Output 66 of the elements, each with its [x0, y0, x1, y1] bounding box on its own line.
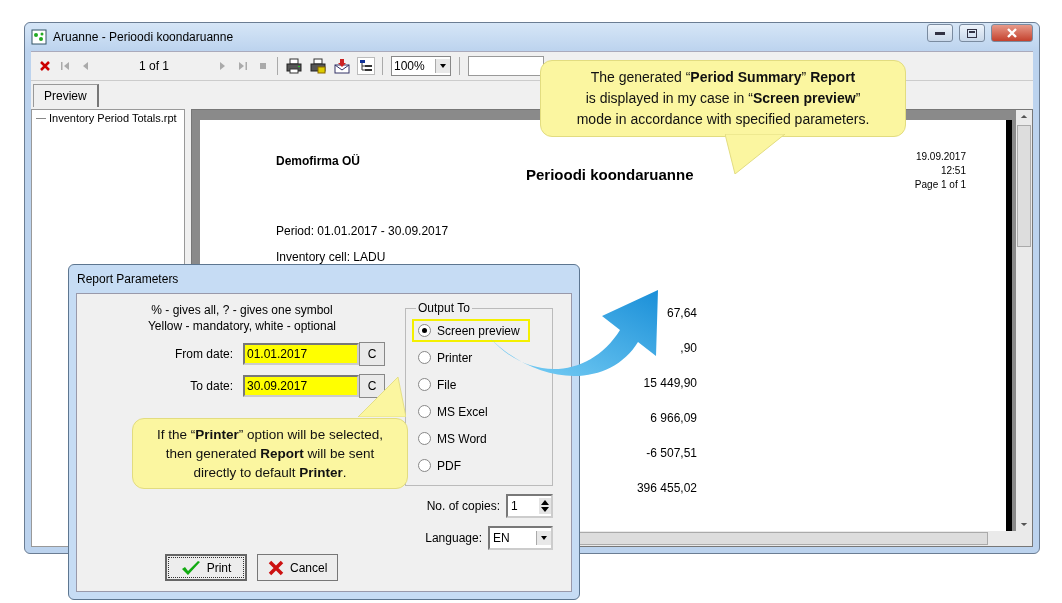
tree-toggle-icon[interactable]: [358, 58, 374, 74]
vertical-scrollbar[interactable]: [1016, 110, 1032, 531]
radio-button[interactable]: [418, 405, 431, 418]
close-icon: [1006, 28, 1018, 38]
callout-text: The generated “Period Summary” Report is displayed in my case in “Screen preview” mode in accordance with specified parameters.: [576, 68, 870, 129]
radio-button[interactable]: [418, 459, 431, 472]
window-title: Aruanne - Perioodi koondaruanne: [53, 30, 234, 44]
mail-export-icon[interactable]: [334, 58, 350, 74]
language-label: Language:: [425, 531, 482, 545]
field-label: To date:: [189, 379, 234, 393]
report-value: 67,64: [666, 306, 697, 320]
cancel-button[interactable]: Cancel: [257, 554, 339, 581]
minimize-button[interactable]: [927, 24, 953, 42]
hint-text: % - gives all, ? - gives one symbol: [151, 302, 333, 318]
page-number: Page 1 of 1: [914, 178, 966, 192]
language-dropdown[interactable]: EN: [488, 526, 553, 550]
report-value: ,90: [680, 341, 697, 355]
search-field[interactable]: [468, 56, 544, 76]
copies-spinner[interactable]: 1: [506, 494, 553, 518]
report-line: Period: 01.01.2017 - 30.09.2017: [276, 224, 450, 238]
report-value: 15 449,90: [643, 376, 697, 390]
radio-button[interactable]: [418, 351, 431, 364]
report-value: 396 455,02: [636, 481, 697, 495]
checkmark-icon: [180, 559, 201, 576]
minimize-icon: [935, 31, 945, 35]
date-field[interactable]: 30.09.2017: [243, 375, 359, 397]
option-label[interactable]: MS Excel: [437, 404, 488, 419]
callout-text: If the “Printer” option will be selected, then generated Report will be sent directly to default Printer.: [157, 426, 383, 482]
dialog-title: Report Parameters: [76, 271, 180, 288]
field-label: From date:: [173, 347, 234, 361]
date-field[interactable]: 01.01.2017: [243, 343, 359, 365]
option-label[interactable]: MS Word: [437, 431, 487, 446]
printer-setup-icon[interactable]: [310, 58, 326, 74]
scroll-down-icon[interactable]: [1020, 522, 1028, 527]
printer-icon[interactable]: [286, 58, 302, 74]
radio-button[interactable]: [418, 324, 431, 337]
calendar-button[interactable]: C: [359, 342, 385, 366]
scroll-up-icon[interactable]: [1020, 114, 1028, 119]
close-button[interactable]: [991, 24, 1033, 42]
page-counter: 1 of 1: [138, 59, 170, 73]
option-label[interactable]: PDF: [437, 458, 461, 473]
company-name: Demofirma OÜ: [276, 154, 362, 168]
app-icon: [31, 29, 47, 45]
report-value: -6 507,51: [646, 446, 697, 460]
maximize-button[interactable]: [959, 24, 985, 42]
zoom-dropdown[interactable]: 100%: [391, 56, 451, 76]
calendar-button[interactable]: C: [359, 374, 385, 398]
option-label[interactable]: Printer: [437, 350, 473, 365]
hint-text: Yellow - mandatory, white - optional: [147, 318, 337, 334]
radio-button[interactable]: [418, 432, 431, 445]
report-line: Inventory cell: LADU: [276, 250, 387, 264]
option-label[interactable]: File: [437, 377, 457, 392]
spin-arrows-icon[interactable]: [539, 498, 551, 514]
report-time: 12:51: [940, 164, 966, 178]
tree-item[interactable]: Inventory Period Totals.rpt: [49, 112, 177, 124]
maximize-icon: [967, 28, 977, 38]
report-title: Perioodi koondaruanne: [526, 166, 694, 183]
radio-button[interactable]: [418, 378, 431, 391]
report-date: 19.09.2017: [915, 150, 966, 164]
cross-icon: [268, 559, 284, 576]
preview-tab[interactable]: Preview: [33, 84, 99, 107]
group-title: Output To: [416, 301, 472, 315]
report-value: 6 966,09: [650, 411, 697, 425]
copies-label: No. of copies:: [426, 499, 500, 513]
close-icon[interactable]: [39, 60, 51, 72]
print-button[interactable]: Print: [165, 554, 247, 581]
